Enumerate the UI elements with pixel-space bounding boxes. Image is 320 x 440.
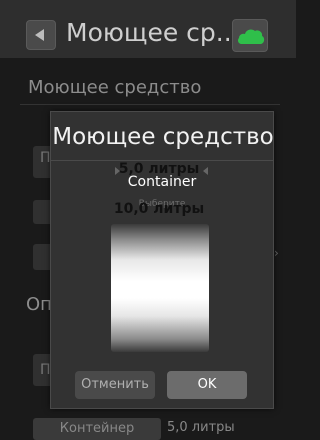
ok-button[interactable]: OK	[167, 371, 247, 399]
section-heading-options: Оп	[26, 294, 52, 315]
chevron-right-icon: ›	[274, 246, 279, 260]
dialog-title: Моющее средство	[52, 124, 274, 150]
cancel-button[interactable]: Отменить	[75, 371, 155, 399]
picker-option-selected[interactable]: 5,0 литры	[110, 161, 208, 177]
divider	[20, 104, 280, 105]
setting-row-4-label: П	[40, 362, 51, 378]
section-heading-detergent: Моющее средство	[28, 77, 202, 98]
picker-dialog: Моющее средство Container Выберите Отмен…	[50, 111, 274, 409]
back-arrow-icon	[35, 29, 44, 41]
back-button[interactable]	[26, 20, 56, 50]
cloud-button[interactable]	[232, 19, 268, 52]
container-button[interactable]: Контейнер	[33, 418, 161, 440]
setting-row-1-label: П	[40, 150, 51, 166]
app-title: Моющее ср...	[66, 18, 240, 47]
volume-picker-wheel[interactable]	[111, 224, 209, 352]
selection-marker-right-icon	[203, 167, 208, 175]
container-value: 5,0 литры	[167, 420, 235, 435]
cloud-icon	[238, 29, 265, 44]
picker-option[interactable]: 10,0 литры	[110, 201, 208, 217]
selection-marker-left-icon	[115, 167, 120, 175]
